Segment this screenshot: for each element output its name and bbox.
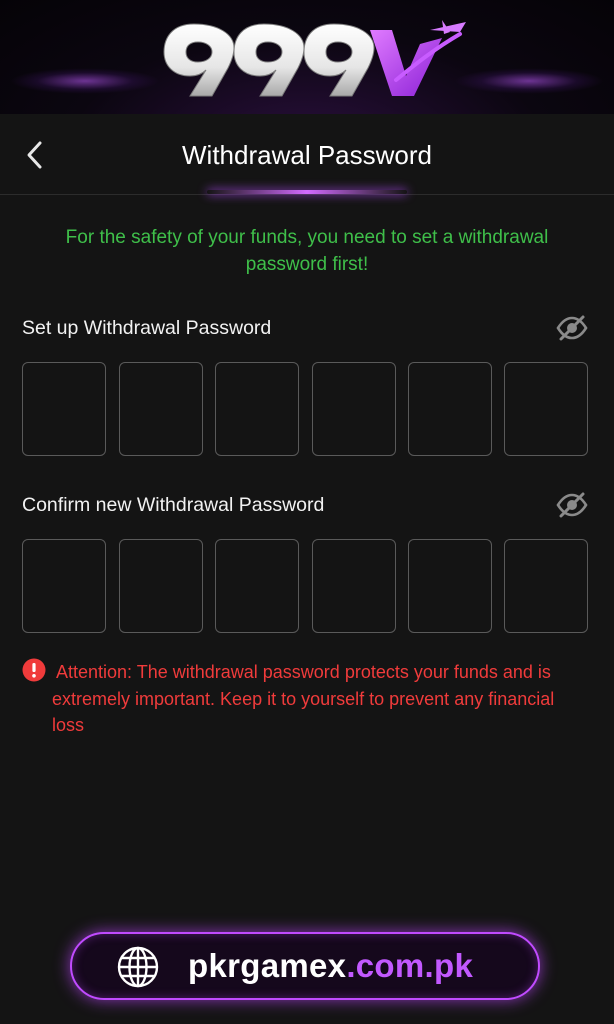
eye-off-icon	[556, 492, 588, 518]
banner-sparkle-right	[454, 68, 604, 94]
confirm-visibility-toggle[interactable]	[554, 490, 590, 520]
attention-text: Attention: The withdrawal password prote…	[52, 662, 555, 735]
setup-password-pin	[22, 362, 592, 458]
page-header: Withdrawal Password	[0, 114, 614, 195]
brand-logo	[160, 10, 470, 106]
pin-digit-box[interactable]	[408, 539, 492, 633]
pin-digit-box[interactable]	[408, 362, 492, 456]
page-title: Withdrawal Password	[182, 140, 432, 170]
confirm-password-label: Confirm new Withdrawal Password	[22, 494, 325, 516]
pin-digit-box[interactable]	[22, 539, 106, 633]
safety-notice: For the safety of your funds, you need t…	[65, 227, 549, 275]
pin-digit-box[interactable]	[312, 362, 396, 456]
globe-icon	[117, 946, 159, 988]
confirm-password-pin	[22, 539, 592, 635]
top-banner	[0, 0, 614, 114]
brand-logo-graphic	[163, 20, 466, 97]
site-url-tld: .com.pk	[346, 947, 474, 984]
pin-digit-box[interactable]	[504, 362, 588, 456]
site-url: pkrgamex.com.pk	[188, 947, 473, 985]
eye-off-icon	[556, 315, 588, 341]
pin-digit-box[interactable]	[215, 539, 299, 633]
site-url-badge[interactable]: pkrgamex.com.pk	[70, 932, 540, 1000]
pin-digit-box[interactable]	[119, 539, 203, 633]
pin-digit-box[interactable]	[215, 362, 299, 456]
setup-visibility-toggle[interactable]	[554, 313, 590, 343]
setup-password-label: Set up Withdrawal Password	[22, 317, 272, 339]
pin-digit-box[interactable]	[504, 539, 588, 633]
header-accent-glow	[207, 190, 407, 194]
alert-circle-icon	[22, 658, 46, 682]
banner-sparkle-left	[10, 68, 160, 94]
site-url-domain: pkrgamex	[188, 947, 347, 984]
pin-digit-box[interactable]	[312, 539, 396, 633]
pin-digit-box[interactable]	[119, 362, 203, 456]
pin-digit-box[interactable]	[22, 362, 106, 456]
